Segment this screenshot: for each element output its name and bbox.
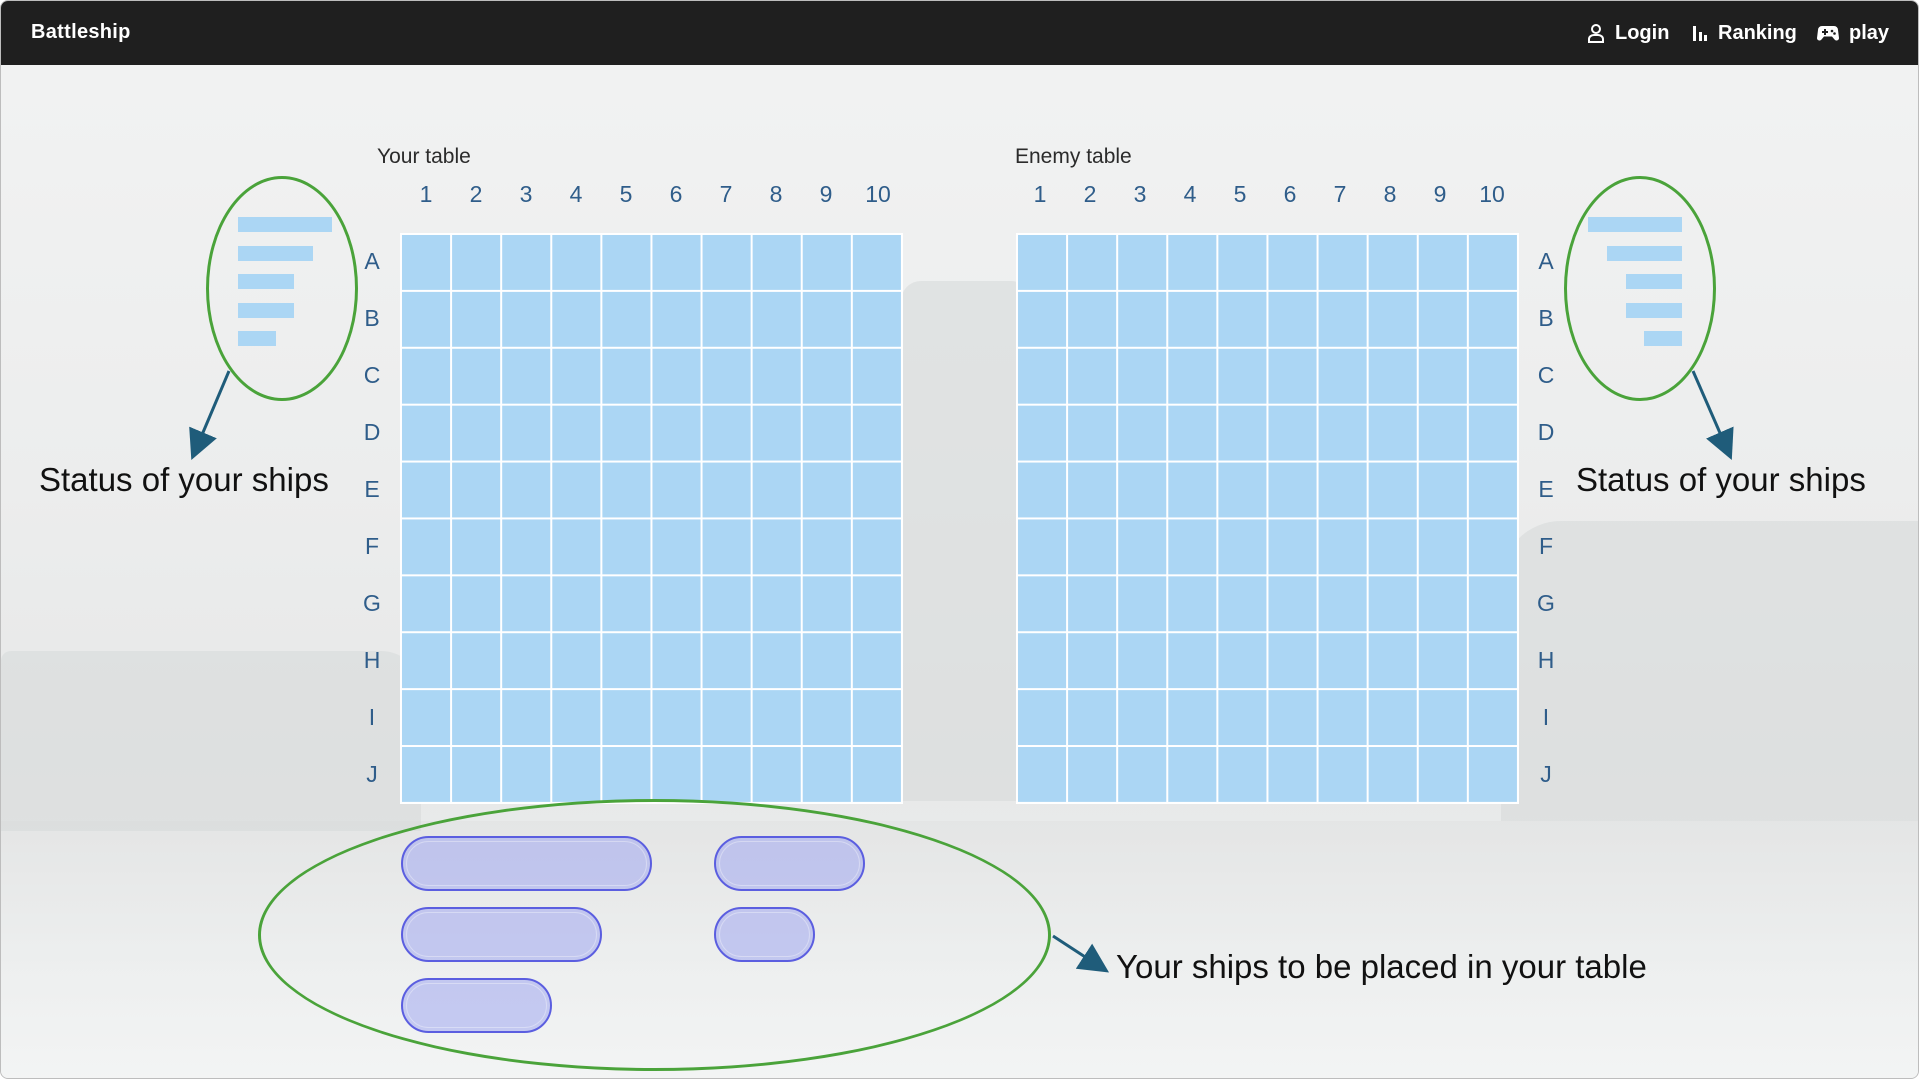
ship-4[interactable] — [401, 907, 602, 962]
enemy-row-label: H — [1537, 647, 1555, 673]
your-col-label: 9 — [819, 181, 833, 207]
user-icon — [1588, 24, 1604, 43]
your-col-label: 10 — [865, 181, 891, 207]
enemy-table-grid[interactable] — [1016, 233, 1519, 804]
enemy-col-label: 1 — [1033, 181, 1047, 207]
enemy-col-label: 5 — [1233, 181, 1247, 207]
enemy-row-label: A — [1538, 248, 1554, 274]
ship-3a[interactable] — [401, 978, 552, 1033]
nav-login[interactable]: Login — [1587, 19, 1669, 47]
your-row-label: F — [364, 533, 380, 559]
status-right-highlight — [1564, 176, 1716, 401]
enemy-col-label: 6 — [1283, 181, 1297, 207]
enemy-row-label: E — [1538, 476, 1554, 502]
your-table-grid[interactable] — [400, 233, 903, 804]
your-row-label: C — [363, 362, 381, 388]
status-left-annotation: Status of your ships — [39, 461, 329, 498]
your-col-label: 3 — [519, 181, 533, 207]
brand-title[interactable]: Battleship — [31, 21, 131, 44]
arrow-status-right — [1691, 370, 1734, 461]
enemy-col-label: 2 — [1083, 181, 1097, 207]
enemy-col-label: 8 — [1383, 181, 1397, 207]
nav-play-label: play — [1849, 21, 1890, 44]
your-row-label: D — [363, 419, 381, 445]
nav-play[interactable]: play — [1817, 19, 1889, 47]
enemy-col-label: 9 — [1433, 181, 1447, 207]
nav-login-label: Login — [1615, 21, 1670, 44]
background-ship-left — [1, 651, 421, 831]
your-row-label: A — [364, 248, 380, 274]
enemy-col-label: 7 — [1333, 181, 1347, 207]
your-col-label: 7 — [719, 181, 733, 207]
enemy-row-label: J — [1540, 761, 1552, 787]
ships-area-highlight — [258, 799, 1051, 1071]
nav-ranking[interactable]: Ranking — [1692, 19, 1797, 47]
your-row-label: J — [366, 761, 378, 787]
your-col-label: 2 — [469, 181, 483, 207]
your-row-label: G — [363, 590, 381, 616]
enemy-row-label: F — [1538, 533, 1554, 559]
enemy-row-label: C — [1537, 362, 1555, 388]
status-left-highlight — [206, 176, 358, 401]
your-col-label: 1 — [419, 181, 433, 207]
enemy-row-label: I — [1542, 704, 1550, 730]
arrow-status-left — [189, 370, 231, 461]
ship-5[interactable] — [401, 836, 652, 891]
your-row-label: H — [363, 647, 381, 673]
background-ship-mid — [901, 281, 1031, 801]
enemy-table-title: Enemy table — [1015, 145, 1132, 168]
nav-ranking-label: Ranking — [1718, 21, 1797, 44]
gamepad-icon — [1817, 26, 1839, 41]
ships-annotation: Your ships to be placed in your table — [1116, 948, 1647, 985]
enemy-row-label: G — [1537, 590, 1555, 616]
enemy-col-label: 3 — [1133, 181, 1147, 207]
your-col-label: 5 — [619, 181, 633, 207]
your-col-label: 4 — [569, 181, 583, 207]
enemy-row-label: D — [1537, 419, 1555, 445]
your-table-title: Your table — [377, 145, 471, 168]
app-window: Battleship Login Ranking play Your table… — [0, 0, 1919, 1079]
your-row-label: I — [368, 704, 376, 730]
navbar: Battleship Login Ranking play — [1, 1, 1918, 65]
enemy-col-label: 10 — [1479, 181, 1505, 207]
your-row-label: E — [364, 476, 380, 502]
enemy-row-label: B — [1538, 305, 1554, 331]
status-right-annotation: Status of your ships — [1576, 461, 1866, 498]
ship-3b[interactable] — [714, 836, 865, 891]
bar-chart-icon — [1693, 26, 1707, 41]
your-col-label: 8 — [769, 181, 783, 207]
your-row-label: B — [364, 305, 380, 331]
background-ship-right — [1501, 521, 1918, 821]
your-col-label: 6 — [669, 181, 683, 207]
ship-2[interactable] — [714, 907, 815, 962]
enemy-col-label: 4 — [1183, 181, 1197, 207]
